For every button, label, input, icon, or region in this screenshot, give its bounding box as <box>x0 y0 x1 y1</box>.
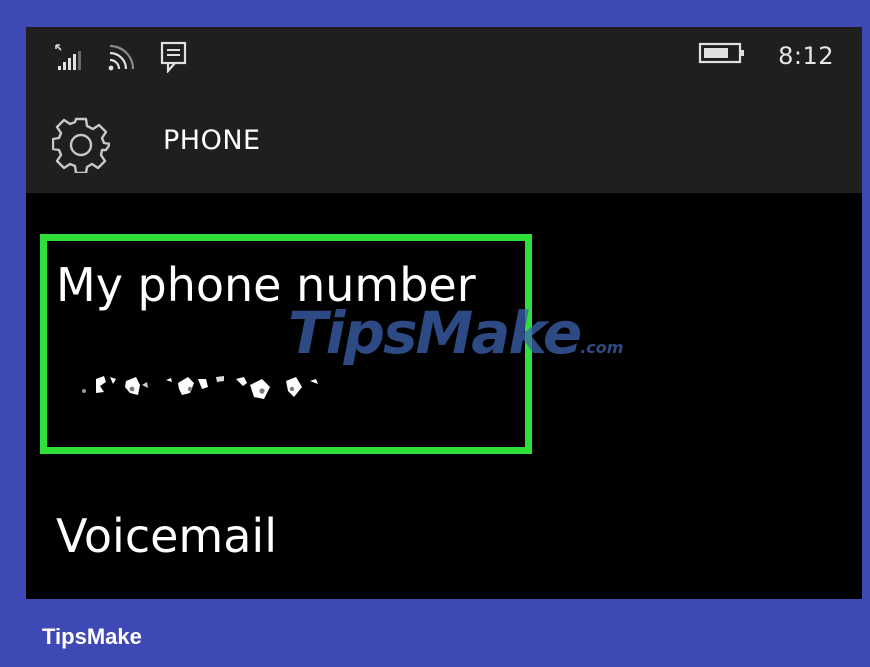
watermark-suffix: .com <box>580 338 624 357</box>
voicemail-setting[interactable]: Voicemail <box>56 509 277 563</box>
wifi-icon <box>106 43 138 78</box>
status-bar: 8:12 <box>26 27 862 91</box>
message-icon <box>160 41 188 78</box>
page-title: PHONE <box>163 125 261 156</box>
redacted-phone-number <box>78 367 358 405</box>
status-time: 8:12 <box>778 41 834 70</box>
battery-icon <box>698 41 746 70</box>
phone-screen: 8:12 PHONE My phone number TipsMake.com … <box>26 27 862 599</box>
gear-icon[interactable] <box>51 115 112 175</box>
status-icons-right: 8:12 <box>698 41 834 70</box>
signal-icon <box>54 43 84 78</box>
watermark: TipsMake.com <box>288 299 623 367</box>
watermark-text: TipsMake <box>288 299 582 367</box>
page-header: PHONE <box>26 91 862 193</box>
status-icons-left <box>54 41 188 78</box>
brand-label: TipsMake <box>42 624 142 649</box>
